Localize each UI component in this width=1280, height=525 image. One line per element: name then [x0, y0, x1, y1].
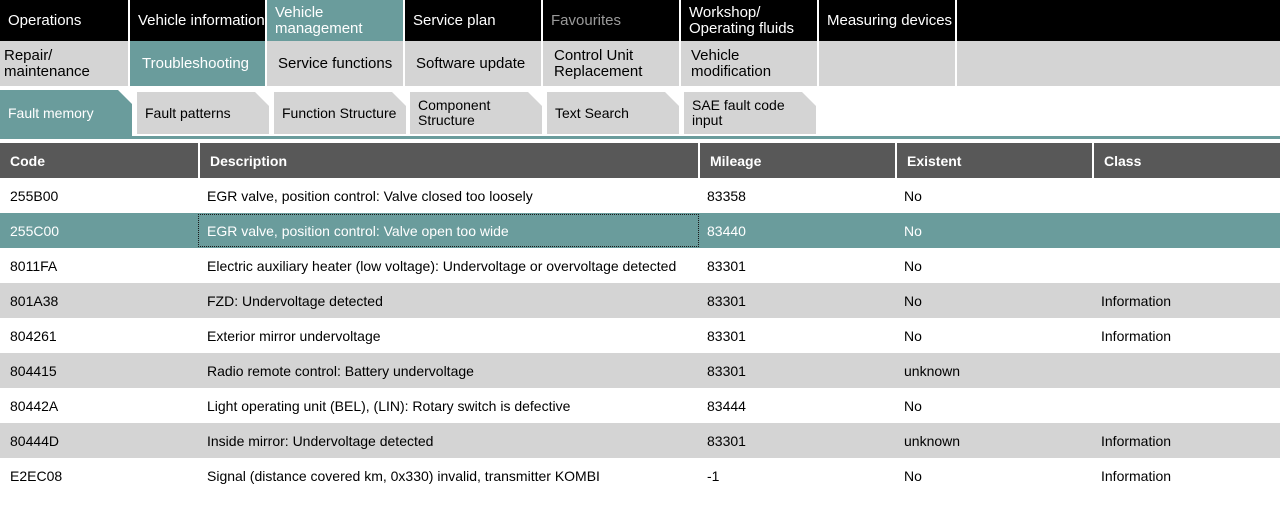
cell-description: FZD: Undervoltage detected [207, 292, 383, 309]
cell-description: Radio remote control: Battery undervolta… [207, 362, 474, 379]
tab-service-plan[interactable]: Service plan [405, 0, 543, 41]
cell-existent: unknown [904, 362, 961, 379]
table-row[interactable]: 804261 Exterior mirror undervoltage 8330… [0, 318, 1280, 353]
cell-code: 8011FA [10, 257, 58, 274]
tab-measuring-devices[interactable]: Measuring devices [819, 0, 957, 41]
cell-mileage: -1 [707, 467, 720, 484]
cell-description: Signal (distance covered km, 0x330) inva… [207, 467, 600, 484]
cell-class: Information [1101, 467, 1172, 484]
cell-existent: No [904, 397, 922, 414]
cell-mileage: 83301 [707, 257, 746, 274]
cell-class [1091, 353, 1280, 388]
cell-mileage: 83301 [707, 327, 746, 344]
column-header-mileage[interactable]: Mileage [700, 143, 897, 178]
tab-operations[interactable]: Operations [0, 0, 130, 41]
cell-code: 255C00 [10, 222, 60, 239]
cell-mileage: 83440 [707, 222, 746, 239]
cell-existent: No [904, 257, 922, 274]
table-row[interactable]: 80442A Light operating unit (BEL), (LIN)… [0, 388, 1280, 423]
cell-description: Light operating unit (BEL), (LIN): Rotar… [207, 397, 571, 414]
cell-mileage: 83301 [707, 362, 746, 379]
column-header-existent[interactable]: Existent [897, 143, 1094, 178]
tab-workshop-operating-fluids[interactable]: Workshop/ Operating fluids [681, 0, 819, 41]
table-row[interactable]: 80444D Inside mirror: Undervoltage detec… [0, 423, 1280, 458]
tab-fault-patterns[interactable]: Fault patterns [137, 92, 269, 134]
cell-description: Inside mirror: Undervoltage detected [207, 432, 434, 449]
sub-tab-empty-slot [819, 41, 957, 86]
tab-service-functions[interactable]: Service functions [267, 41, 405, 86]
cell-code: 80444D [10, 432, 60, 449]
column-header-code[interactable]: Code [0, 143, 200, 178]
cell-mileage: 83301 [707, 432, 746, 449]
tab-favourites[interactable]: Favourites [543, 0, 681, 41]
cell-class: Information [1101, 292, 1172, 309]
column-header-description[interactable]: Description [200, 143, 700, 178]
cell-class [1091, 178, 1280, 213]
cell-existent: No [904, 327, 922, 344]
tab-vehicle-information[interactable]: Vehicle information [130, 0, 267, 41]
cell-existent: No [904, 292, 922, 309]
table-row[interactable]: 804415 Radio remote control: Battery und… [0, 353, 1280, 388]
main-tab-bar: Operations Vehicle information Vehicle m… [0, 0, 1280, 41]
table-row[interactable]: 801A38 FZD: Undervoltage detected 83301 … [0, 283, 1280, 318]
tab-software-update[interactable]: Software update [405, 41, 543, 86]
cell-class [1091, 388, 1280, 423]
cell-existent: No [904, 222, 922, 239]
table-row[interactable]: 8011FA Electric auxiliary heater (low vo… [0, 248, 1280, 283]
table-row-selected[interactable]: 255C00 EGR valve, position control: Valv… [0, 213, 1280, 248]
tab-troubleshooting[interactable]: Troubleshooting [130, 41, 267, 86]
cell-mileage: 83358 [707, 187, 746, 204]
cell-code: 255B00 [10, 187, 59, 204]
cell-description: Electric auxiliary heater (low voltage):… [207, 257, 677, 274]
cell-class [1091, 213, 1280, 248]
tab-control-unit-replacement[interactable]: Control Unit Replacement [543, 41, 681, 86]
cell-description: EGR valve, position control: Valve close… [207, 187, 533, 204]
cell-class: Information [1101, 327, 1172, 344]
cell-description: EGR valve, position control: Valve open … [197, 213, 700, 248]
tab-function-structure[interactable]: Function Structure [274, 92, 406, 134]
tab-fault-memory[interactable]: Fault memory [0, 90, 132, 136]
cell-class: Information [1101, 432, 1172, 449]
tab-sae-fault-code-input[interactable]: SAE fault code input [684, 92, 816, 134]
cell-code: 80442A [10, 397, 59, 414]
cell-mileage: 83444 [707, 397, 746, 414]
cell-code: E2EC08 [10, 467, 63, 484]
cell-existent: No [904, 187, 922, 204]
table-row[interactable]: 255B00 EGR valve, position control: Valv… [0, 178, 1280, 213]
cell-class [1091, 248, 1280, 283]
sub-tab-bar: Repair/ maintenance Troubleshooting Serv… [0, 41, 1280, 86]
tab-vehicle-management[interactable]: Vehicle management [267, 0, 405, 41]
tab-repair-maintenance[interactable]: Repair/ maintenance [0, 41, 130, 86]
tab-vehicle-modification[interactable]: Vehicle modification [681, 41, 819, 86]
table-row[interactable]: E2EC08 Signal (distance covered km, 0x33… [0, 458, 1280, 493]
tab-component-structure[interactable]: Component Structure [410, 92, 542, 134]
function-tab-bar: Fault memory Fault patterns Function Str… [0, 88, 1280, 136]
cell-code: 801A38 [10, 292, 59, 309]
tab-text-search[interactable]: Text Search [547, 92, 679, 134]
cell-existent: No [904, 467, 922, 484]
column-header-class[interactable]: Class [1094, 143, 1280, 178]
cell-existent: unknown [904, 432, 961, 449]
cell-code: 804261 [10, 327, 57, 344]
cell-mileage: 83301 [707, 292, 746, 309]
cell-description: Exterior mirror undervoltage [207, 327, 381, 344]
cell-code: 804415 [10, 362, 57, 379]
tab-bar-underline [0, 136, 1280, 139]
